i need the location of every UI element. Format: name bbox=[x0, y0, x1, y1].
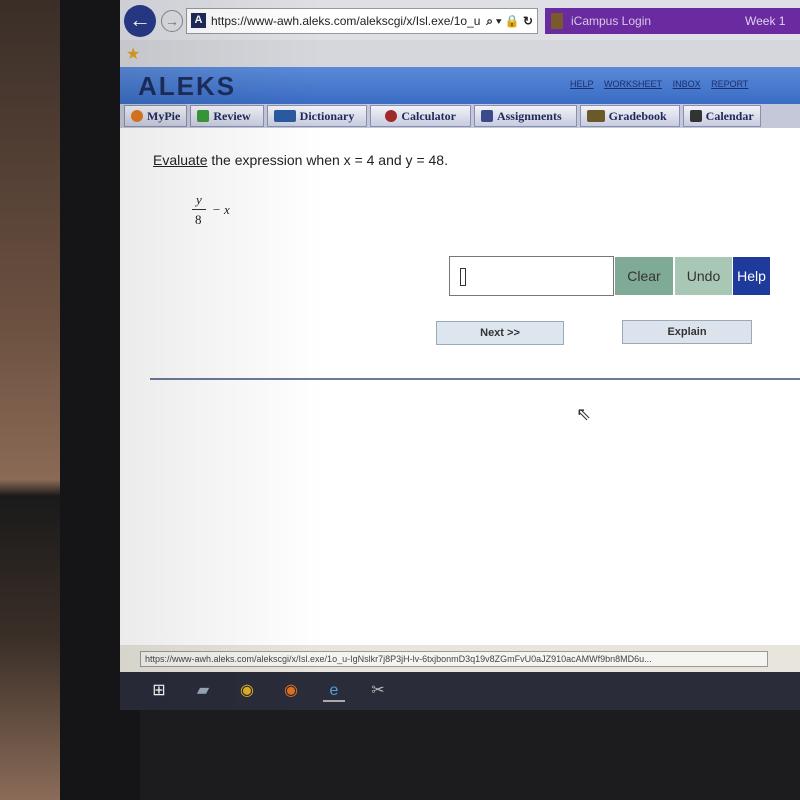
clear-button[interactable]: Clear bbox=[615, 257, 673, 295]
help-link[interactable]: HELP bbox=[570, 79, 594, 89]
status-url: https://www-awh.aleks.com/alekscgi/x/Isl… bbox=[140, 651, 768, 667]
header-links: HELP WORKSHEET INBOX REPORT bbox=[570, 79, 756, 89]
checkmark-icon bbox=[197, 110, 210, 122]
nav-mypie[interactable]: MyPie bbox=[124, 105, 188, 127]
calculator-icon bbox=[385, 110, 398, 122]
snipping-tool-icon[interactable]: ✂ bbox=[367, 680, 389, 702]
calendar-icon bbox=[689, 110, 702, 122]
question-text: the expression when x = 4 and y = 48. bbox=[207, 152, 448, 168]
explain-button[interactable]: Explain bbox=[622, 320, 752, 344]
browser-window: ← → A https://www-awh.aleks.com/alekscgi… bbox=[120, 0, 800, 710]
aleks-logo: ALEKS bbox=[138, 71, 237, 101]
nav-assignments[interactable]: Assignments bbox=[473, 105, 577, 127]
book-icon bbox=[273, 110, 296, 122]
tab-title: iCampus Login bbox=[571, 14, 652, 28]
fraction-bar bbox=[192, 209, 206, 210]
status-bar: https://www-awh.aleks.com/alekscgi/x/Isl… bbox=[120, 645, 800, 672]
question-prompt: Evaluate the expression when x = 4 and y… bbox=[153, 152, 448, 168]
aleks-favicon-icon: A bbox=[191, 13, 206, 28]
nav-label: Gradebook bbox=[608, 109, 667, 123]
nav-label: Assignments bbox=[496, 109, 562, 123]
aleks-header: ALEKS HELP WORKSHEET INBOX REPORT bbox=[120, 67, 800, 104]
worksheet-link[interactable]: WORKSHEET bbox=[604, 79, 662, 89]
main-nav: MyPie Review Dictionary Calculator Assig… bbox=[120, 104, 800, 128]
fraction-denominator: 8 bbox=[195, 212, 202, 227]
inbox-link[interactable]: INBOX bbox=[673, 79, 701, 89]
back-arrow-icon[interactable]: ← bbox=[124, 5, 156, 37]
internet-explorer-icon[interactable]: e bbox=[323, 680, 345, 702]
favorites-star-icon[interactable]: ★ bbox=[126, 44, 140, 64]
firefox-icon[interactable]: ◉ bbox=[280, 680, 302, 702]
fraction-numerator: y bbox=[196, 192, 202, 207]
tab-favicon-icon bbox=[551, 13, 563, 29]
nav-label: MyPie bbox=[147, 109, 181, 123]
forward-arrow-icon[interactable]: → bbox=[161, 10, 183, 32]
answer-input[interactable] bbox=[449, 256, 614, 296]
assignment-icon bbox=[480, 110, 493, 122]
address-row: ← → A https://www-awh.aleks.com/alekscgi… bbox=[120, 0, 800, 40]
windows-start-icon[interactable]: ⊞ bbox=[148, 680, 170, 702]
input-cursor bbox=[460, 268, 466, 286]
nav-review[interactable]: Review bbox=[190, 105, 264, 127]
nav-label: Calculator bbox=[401, 109, 456, 123]
nav-label: Review bbox=[213, 109, 251, 123]
address-bar[interactable]: A https://www-awh.aleks.com/alekscgi/x/I… bbox=[186, 8, 538, 34]
help-button[interactable]: Help bbox=[733, 257, 770, 295]
next-button[interactable]: Next >> bbox=[436, 321, 564, 345]
expression-rest: − x bbox=[212, 202, 230, 217]
chrome-icon[interactable]: ◉ bbox=[236, 680, 258, 702]
evaluate-link[interactable]: Evaluate bbox=[153, 152, 207, 168]
url-text: https://www-awh.aleks.com/alekscgi/x/Isl… bbox=[211, 14, 481, 28]
mouse-pointer-icon: ⇖ bbox=[576, 404, 592, 424]
file-explorer-icon[interactable]: ▰ bbox=[192, 680, 214, 702]
undo-button[interactable]: Undo bbox=[675, 257, 732, 295]
taskbar: ⊞ ▰ ◉ ◉ e ✂ bbox=[120, 672, 800, 710]
search-lock-refresh-icon[interactable]: ⌕ ▾ 🔒 ↻ bbox=[482, 9, 533, 33]
divider bbox=[150, 378, 800, 380]
pie-chart-icon bbox=[131, 110, 143, 122]
gradebook-icon bbox=[586, 110, 605, 122]
nav-calendar[interactable]: Calendar bbox=[682, 105, 761, 127]
report-link[interactable]: REPORT bbox=[711, 79, 748, 89]
nav-label: Dictionary bbox=[299, 109, 355, 123]
nav-label: Calendar bbox=[705, 109, 754, 123]
nav-dictionary[interactable]: Dictionary bbox=[266, 105, 368, 127]
favorites-bar: ★ bbox=[120, 40, 800, 67]
tab-week[interactable]: Week 1 bbox=[745, 8, 785, 34]
tab-icampus[interactable]: iCampus Login Week 1 bbox=[545, 8, 800, 34]
nav-calculator[interactable]: Calculator bbox=[370, 105, 471, 127]
nav-gradebook[interactable]: Gradebook bbox=[579, 105, 680, 127]
